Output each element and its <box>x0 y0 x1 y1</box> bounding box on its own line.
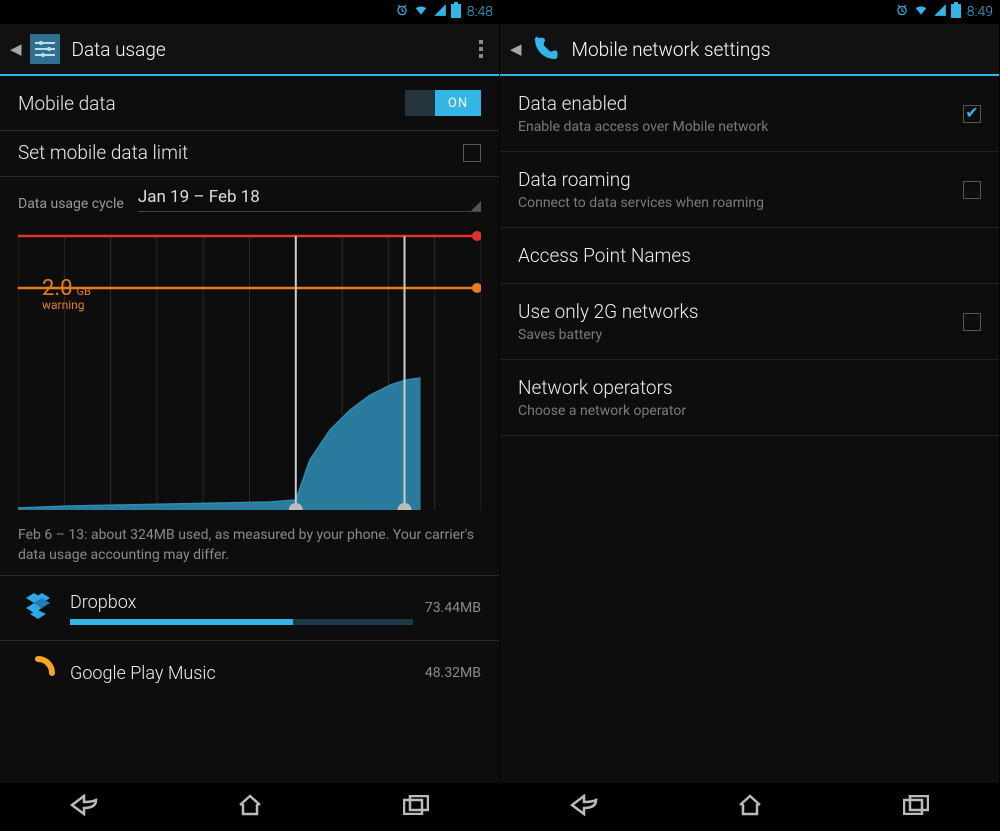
usage-chart[interactable]: 2.0GB warning <box>0 218 499 516</box>
setting-sub: Connect to data services when roaming <box>518 195 951 211</box>
setting-sub: Saves battery <box>518 327 951 343</box>
set-limit-label: Set mobile data limit <box>18 141 188 164</box>
alarm-icon <box>895 3 909 21</box>
mobile-data-toggle[interactable]: ON <box>405 90 481 116</box>
network-settings-content: Data enabled Enable data access over Mob… <box>500 76 999 783</box>
mobile-data-row: Mobile data ON <box>0 76 499 131</box>
setting-title: Data roaming <box>518 168 951 191</box>
checkbox[interactable] <box>963 181 981 199</box>
setting-title: Data enabled <box>518 92 951 115</box>
nav-back-icon[interactable] <box>570 794 598 820</box>
cycle-spinner[interactable]: Jan 19 – Feb 18 <box>138 187 481 212</box>
set-limit-checkbox[interactable] <box>463 144 481 162</box>
cycle-row: Data usage cycle Jan 19 – Feb 18 <box>0 177 499 218</box>
back-caret-icon[interactable]: ◀ <box>10 40 22 58</box>
nav-bar <box>500 783 999 831</box>
data-usage-content: Mobile data ON Set mobile data limit Dat… <box>0 76 499 783</box>
status-bar: 8:49 <box>500 0 999 24</box>
setting-2g-only[interactable]: Use only 2G networks Saves battery <box>500 284 999 360</box>
cycle-label: Data usage cycle <box>18 196 124 212</box>
wifi-icon <box>913 3 929 21</box>
app-row-play-music[interactable]: Google Play Music 48.32MB <box>0 640 499 705</box>
checkbox[interactable] <box>963 313 981 331</box>
set-limit-row[interactable]: Set mobile data limit <box>0 131 499 177</box>
setting-title: Use only 2G networks <box>518 300 951 323</box>
setting-title: Network operators <box>518 376 981 399</box>
alarm-icon <box>395 3 409 21</box>
back-caret-icon[interactable]: ◀ <box>510 40 522 58</box>
app-name: Dropbox <box>70 592 413 613</box>
play-music-icon <box>18 653 58 693</box>
phone-data-usage: 8:48 ◀ Data usage Mobile data ON Set mob… <box>0 0 500 831</box>
action-bar-title: Mobile network settings <box>572 38 989 61</box>
nav-bar <box>0 783 499 831</box>
mobile-data-label: Mobile data <box>18 92 116 115</box>
battery-icon <box>451 2 461 22</box>
setting-data-roaming[interactable]: Data roaming Connect to data services wh… <box>500 152 999 228</box>
action-bar: ◀ Mobile network settings <box>500 24 999 76</box>
warning-sub: warning <box>42 298 85 312</box>
checkbox[interactable] <box>963 105 981 123</box>
nav-home-icon[interactable] <box>738 794 762 820</box>
nav-home-icon[interactable] <box>238 794 262 820</box>
signal-icon <box>433 3 447 21</box>
app-size: 48.32MB <box>425 665 481 681</box>
status-time: 8:49 <box>967 4 993 20</box>
phone-network-settings: 8:49 ◀ Mobile network settings Data enab… <box>500 0 1000 831</box>
app-size: 73.44MB <box>425 600 481 616</box>
status-time: 8:48 <box>467 4 493 20</box>
toggle-state: ON <box>435 90 481 116</box>
settings-icon[interactable] <box>28 32 62 66</box>
app-row-dropbox[interactable]: Dropbox 73.44MB <box>0 575 499 640</box>
action-bar: ◀ Data usage <box>0 24 499 76</box>
usage-summary: Feb 6 – 13: about 324MB used, as measure… <box>0 516 499 575</box>
battery-icon <box>951 2 961 22</box>
setting-sub: Enable data access over Mobile network <box>518 119 951 135</box>
app-usage-bar <box>70 619 293 625</box>
setting-data-enabled[interactable]: Data enabled Enable data access over Mob… <box>500 76 999 152</box>
setting-sub: Choose a network operator <box>518 403 981 419</box>
overflow-menu-icon[interactable] <box>473 34 489 64</box>
app-name: Google Play Music <box>70 663 413 684</box>
nav-recent-icon[interactable] <box>903 795 929 819</box>
status-bar: 8:48 <box>0 0 499 24</box>
phone-icon[interactable] <box>528 32 562 66</box>
nav-back-icon[interactable] <box>70 794 98 820</box>
nav-recent-icon[interactable] <box>403 795 429 819</box>
dropbox-icon <box>18 588 58 628</box>
setting-apn[interactable]: Access Point Names <box>500 228 999 284</box>
setting-title: Access Point Names <box>518 244 981 267</box>
setting-network-operators[interactable]: Network operators Choose a network opera… <box>500 360 999 436</box>
signal-icon <box>933 3 947 21</box>
wifi-icon <box>413 3 429 21</box>
action-bar-title: Data usage <box>72 38 473 61</box>
